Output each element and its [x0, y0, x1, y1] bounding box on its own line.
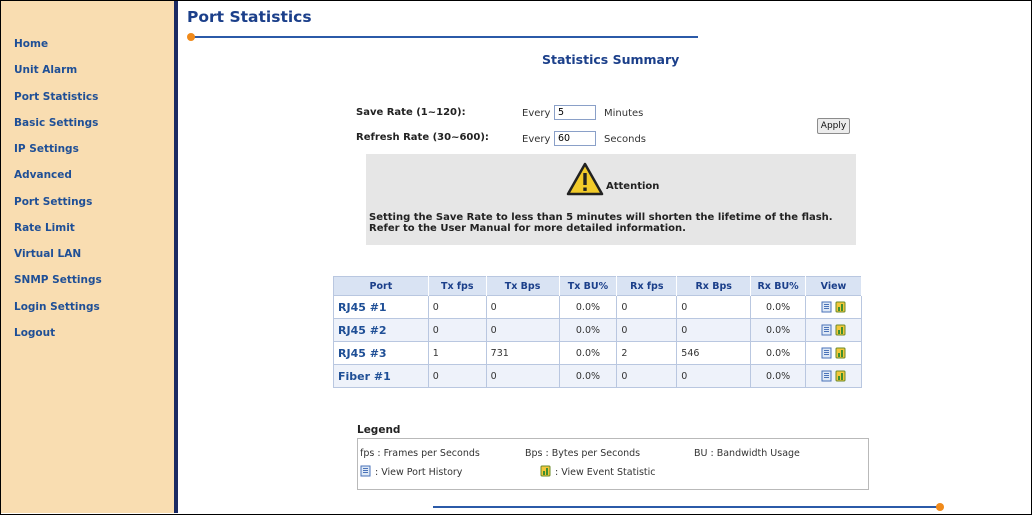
- cell-rx-bu: 0.0%: [750, 295, 807, 319]
- save-rate-prefix: Every: [522, 108, 551, 119]
- refresh-rate-prefix: Every: [522, 134, 551, 145]
- table-row: RJ45 #3 1 731 0.0% 2 546 0.0%: [333, 341, 862, 365]
- nav-item-basic-settings[interactable]: Basic Settings: [14, 117, 98, 129]
- cell-rx-fps: 0: [616, 364, 678, 388]
- legend-event-statistic: : View Event Statistic: [555, 467, 656, 478]
- cell-tx-bps: 731: [486, 341, 560, 365]
- cell-rx-bps: 0: [676, 318, 752, 342]
- attention-line-1: Setting the Save Rate to less than 5 min…: [369, 212, 833, 223]
- port-history-icon[interactable]: [821, 301, 832, 313]
- table-row: Fiber #1 0 0 0.0% 0 0 0.0%: [333, 364, 862, 388]
- nav-item-home[interactable]: Home: [14, 38, 48, 50]
- title-rule: [190, 36, 698, 38]
- apply-button[interactable]: Apply: [817, 118, 850, 134]
- cell-tx-bu: 0.0%: [559, 295, 618, 319]
- cell-tx-bps: 0: [486, 295, 560, 319]
- refresh-rate-label: Refresh Rate (30~600):: [356, 132, 489, 143]
- port-link[interactable]: RJ45 #3: [333, 341, 429, 365]
- cell-rx-bps: 0: [676, 364, 752, 388]
- legend-port-history: : View Port History: [375, 467, 463, 478]
- cell-view: [805, 318, 862, 342]
- refresh-rate-input[interactable]: [554, 131, 596, 146]
- cell-tx-bu: 0.0%: [559, 318, 618, 342]
- cell-tx-bu: 0.0%: [559, 364, 618, 388]
- nav-item-virtual-lan[interactable]: Virtual LAN: [14, 248, 81, 260]
- legend-bps: Bps : Bytes per Seconds: [525, 448, 641, 459]
- cell-tx-bps: 0: [486, 364, 560, 388]
- cell-tx-fps: 0: [428, 295, 487, 319]
- event-statistic-icon: [540, 465, 551, 477]
- cell-rx-fps: 2: [616, 341, 678, 365]
- col-header-tx-bps: Tx Bps: [486, 276, 560, 296]
- table-row: RJ45 #1 0 0 0.0% 0 0 0.0%: [333, 295, 862, 319]
- col-header-tx-bu: Tx BU%: [559, 276, 618, 296]
- sidebar: Home Unit Alarm Port Statistics Basic Se…: [1, 1, 174, 513]
- save-rate-label: Save Rate (1~120):: [356, 107, 466, 118]
- port-history-icon: [360, 465, 371, 477]
- nav-item-port-settings[interactable]: Port Settings: [14, 196, 92, 208]
- cell-tx-bu: 0.0%: [559, 341, 618, 365]
- cell-rx-fps: 0: [616, 295, 678, 319]
- col-header-view: View: [805, 276, 862, 296]
- nav-item-port-statistics[interactable]: Port Statistics: [14, 91, 98, 103]
- rule-dot-bottom: [936, 503, 944, 511]
- cell-rx-bps: 546: [676, 341, 752, 365]
- cell-tx-bps: 0: [486, 318, 560, 342]
- nav-item-advanced[interactable]: Advanced: [14, 169, 72, 181]
- page-title: Port Statistics: [187, 8, 312, 26]
- port-link[interactable]: RJ45 #1: [333, 295, 429, 319]
- cell-rx-bu: 0.0%: [750, 364, 807, 388]
- save-rate-input[interactable]: [554, 105, 596, 120]
- event-statistic-icon[interactable]: [835, 347, 846, 359]
- col-header-port: Port: [333, 276, 429, 296]
- legend-box: [357, 438, 869, 490]
- event-statistic-icon[interactable]: [835, 324, 846, 336]
- cell-rx-fps: 0: [616, 318, 678, 342]
- port-history-icon[interactable]: [821, 347, 832, 359]
- cell-view: [805, 364, 862, 388]
- port-link[interactable]: RJ45 #2: [333, 318, 429, 342]
- cell-view: [805, 295, 862, 319]
- cell-tx-fps: 0: [428, 318, 487, 342]
- nav-item-ip-settings[interactable]: IP Settings: [14, 143, 79, 155]
- port-statistics-table: Port Tx fps Tx Bps Tx BU% Rx fps Rx Bps …: [333, 276, 862, 388]
- table-header-row: Port Tx fps Tx Bps Tx BU% Rx fps Rx Bps …: [333, 276, 862, 296]
- rule-dot-top: [187, 33, 195, 41]
- cell-rx-bu: 0.0%: [750, 341, 807, 365]
- cell-tx-fps: 0: [428, 364, 487, 388]
- cell-view: [805, 341, 862, 365]
- event-statistic-icon[interactable]: [835, 301, 846, 313]
- cell-tx-fps: 1: [428, 341, 487, 365]
- attention-line-2: Refer to the User Manual for more detail…: [369, 223, 686, 234]
- event-statistic-icon[interactable]: [835, 370, 846, 382]
- legend-fps: fps : Frames per Seconds: [360, 448, 480, 459]
- refresh-rate-unit: Seconds: [604, 134, 647, 145]
- port-link[interactable]: Fiber #1: [333, 364, 429, 388]
- port-history-icon[interactable]: [821, 370, 832, 382]
- cell-rx-bu: 0.0%: [750, 318, 807, 342]
- nav-item-login-settings[interactable]: Login Settings: [14, 301, 100, 313]
- attention-title: Attention: [606, 181, 660, 192]
- legend-title: Legend: [357, 424, 401, 436]
- port-history-icon[interactable]: [821, 324, 832, 336]
- nav-item-logout[interactable]: Logout: [14, 327, 55, 339]
- footer-rule: [433, 506, 941, 508]
- col-header-tx-fps: Tx fps: [428, 276, 487, 296]
- sidebar-divider: [174, 1, 178, 513]
- nav-item-rate-limit[interactable]: Rate Limit: [14, 222, 75, 234]
- nav-item-snmp-settings[interactable]: SNMP Settings: [14, 274, 102, 286]
- nav-item-unit-alarm[interactable]: Unit Alarm: [14, 64, 77, 76]
- table-row: RJ45 #2 0 0 0.0% 0 0 0.0%: [333, 318, 862, 342]
- legend-bu: BU : Bandwidth Usage: [694, 448, 800, 459]
- col-header-rx-bu: Rx BU%: [750, 276, 807, 296]
- section-title: Statistics Summary: [542, 52, 680, 67]
- warning-triangle-icon: [566, 162, 604, 196]
- col-header-rx-fps: Rx fps: [616, 276, 678, 296]
- col-header-rx-bps: Rx Bps: [676, 276, 752, 296]
- cell-rx-bps: 0: [676, 295, 752, 319]
- save-rate-unit: Minutes: [604, 108, 644, 119]
